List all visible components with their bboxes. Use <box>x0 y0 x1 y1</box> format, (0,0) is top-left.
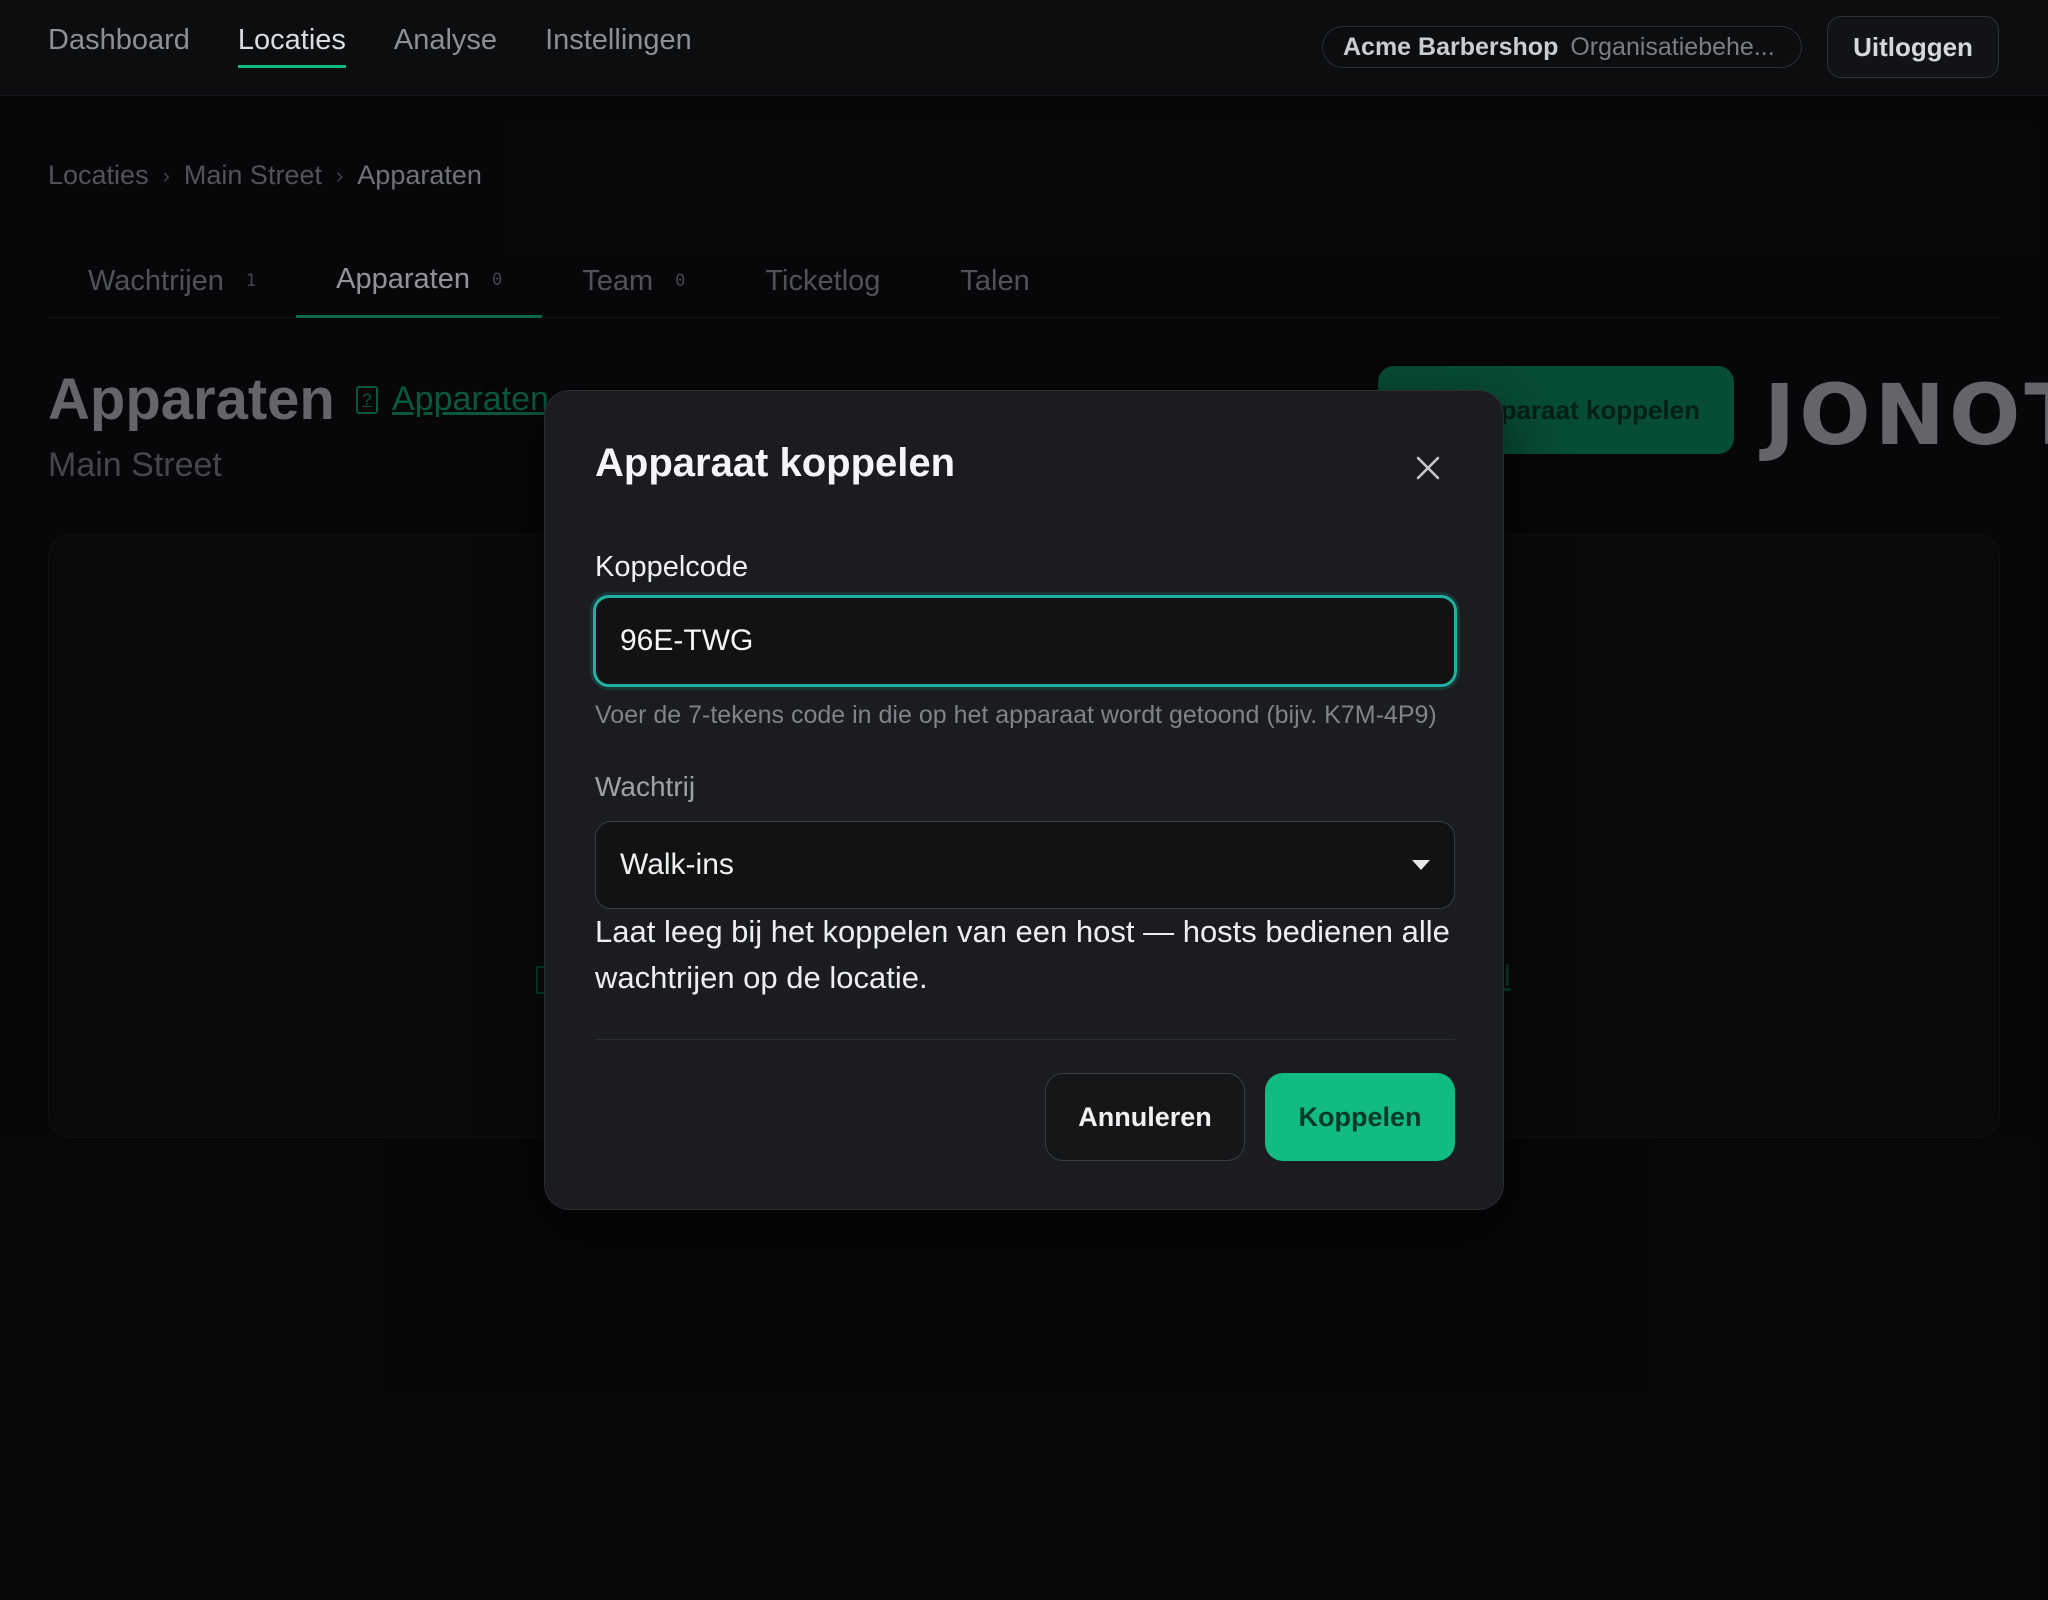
queue-hint: Laat leeg bij het koppelen van een host … <box>595 914 1450 995</box>
logout-button[interactable]: Uitloggen <box>1827 16 1999 78</box>
organization-name: Acme Barbershop <box>1343 32 1559 61</box>
pairing-code-label: Koppelcode <box>595 551 749 583</box>
pairing-code-hint: Voer de 7-tekens code in die op het appa… <box>595 701 1437 729</box>
top-navigation: Dashboard Locaties Analyse Instellingen … <box>0 0 2048 96</box>
queue-label: Wachtrij <box>595 771 696 802</box>
pair-submit-button[interactable]: Koppelen <box>1265 1073 1455 1161</box>
pair-device-modal: Apparaat koppelen Koppelcode Voer de 7-t… <box>544 390 1504 1210</box>
chevron-down-icon <box>1412 860 1430 870</box>
nav-link-instellingen[interactable]: Instellingen <box>545 24 692 68</box>
nav-link-analyse[interactable]: Analyse <box>394 24 497 68</box>
modal-footer-divider <box>595 1039 1455 1040</box>
nav-link-locaties[interactable]: Locaties <box>237 24 346 68</box>
main-nav-links: Dashboard Locaties Analyse Instellingen <box>48 24 692 68</box>
queue-select-value: Walk-ins <box>620 848 734 881</box>
organization-role: Organisatiebehe... <box>1570 32 1775 61</box>
cancel-button[interactable]: Annuleren <box>1045 1073 1245 1161</box>
close-icon[interactable] <box>1403 443 1453 493</box>
modal-title: Apparaat koppelen <box>595 441 956 485</box>
organization-switcher[interactable]: Acme Barbershop Organisatiebehe... <box>1322 26 1802 68</box>
pairing-code-input[interactable] <box>593 595 1457 687</box>
nav-link-dashboard[interactable]: Dashboard <box>48 24 190 68</box>
queue-select[interactable]: Walk-ins <box>595 821 1455 909</box>
